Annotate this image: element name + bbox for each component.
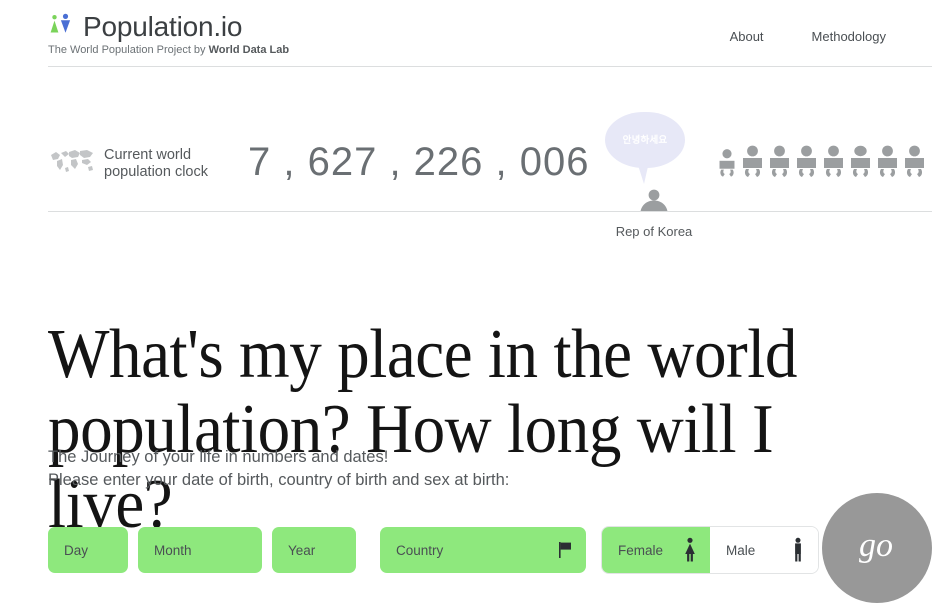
sex-option-female-label: Female xyxy=(618,542,664,558)
nav-item-about[interactable]: About xyxy=(730,29,764,45)
brand-tagline: The World Population Project by World Da… xyxy=(48,44,289,57)
sex-toggle: Female Male xyxy=(602,527,818,573)
intro-line-1: The Journey of your life in numbers and … xyxy=(48,448,389,466)
baby-pictogram-row xyxy=(716,145,927,178)
flag-icon xyxy=(559,542,572,558)
brand-block[interactable]: Population.io The World Population Proje… xyxy=(48,12,289,57)
person-bust-icon xyxy=(636,188,672,212)
main-nav: About Methodology xyxy=(730,29,886,45)
submit-go-button[interactable]: go xyxy=(822,493,932,603)
baby-pictogram-icon xyxy=(794,145,819,178)
header-divider xyxy=(48,66,932,67)
intro-line-2: Please enter your date of birth, country… xyxy=(48,471,510,489)
two-person-logo-icon xyxy=(48,12,74,38)
nav-item-methodology[interactable]: Methodology xyxy=(812,29,886,45)
baby-pictogram-icon xyxy=(740,145,765,178)
brand-tagline-strong: World Data Lab xyxy=(208,44,290,56)
page-title: What's my place in the world population?… xyxy=(48,315,797,543)
speech-bubble-tail-icon xyxy=(637,162,649,184)
world-map-icon xyxy=(49,148,97,178)
birth-details-form: Day Month Year Country Female Male xyxy=(48,527,818,573)
year-input[interactable]: Year xyxy=(272,527,356,573)
brand-tagline-prefix: The World Population Project by xyxy=(48,44,209,56)
sex-option-male[interactable]: Male xyxy=(710,527,818,573)
clock-divider xyxy=(48,211,932,212)
population-clock-value: 7 , 627 , 226 , 006 xyxy=(248,140,590,184)
year-input-placeholder: Year xyxy=(288,542,316,558)
month-input[interactable]: Month xyxy=(138,527,262,573)
day-input-placeholder: Day xyxy=(64,542,89,558)
sex-option-male-label: Male xyxy=(726,542,756,558)
intro-text: The Journey of your life in numbers and … xyxy=(48,446,509,492)
speech-bubble-text: 안녕하세요 xyxy=(622,134,668,146)
site-header: Population.io The World Population Proje… xyxy=(0,0,932,67)
baby-pictogram-icon xyxy=(848,145,873,178)
baby-pictogram-icon xyxy=(716,148,738,178)
korea-greeting-block: 안녕하세요 Rep of Korea xyxy=(592,112,716,242)
day-input[interactable]: Day xyxy=(48,527,128,573)
brand-title: Population.io xyxy=(83,11,243,42)
male-pictogram-icon xyxy=(792,537,804,563)
clock-label-line1: Current world xyxy=(104,147,192,163)
clock-label-line2: population clock xyxy=(104,164,208,180)
month-input-placeholder: Month xyxy=(154,542,192,558)
speech-bubble: 안녕하세요 xyxy=(605,112,685,168)
baby-pictogram-icon xyxy=(767,145,792,178)
country-input-placeholder: Country xyxy=(396,542,444,558)
country-input[interactable]: Country xyxy=(380,527,586,573)
sex-option-female[interactable]: Female xyxy=(602,527,710,573)
korea-country-caption: Rep of Korea xyxy=(615,224,693,239)
submit-go-label: go xyxy=(859,527,893,564)
baby-pictogram-icon xyxy=(875,145,900,178)
female-pictogram-icon xyxy=(684,537,696,563)
baby-pictogram-icon xyxy=(902,145,927,178)
baby-pictogram-icon xyxy=(821,145,846,178)
page-root: Population.io The World Population Proje… xyxy=(0,0,932,603)
population-clock-label: Current world population clock xyxy=(104,147,244,181)
